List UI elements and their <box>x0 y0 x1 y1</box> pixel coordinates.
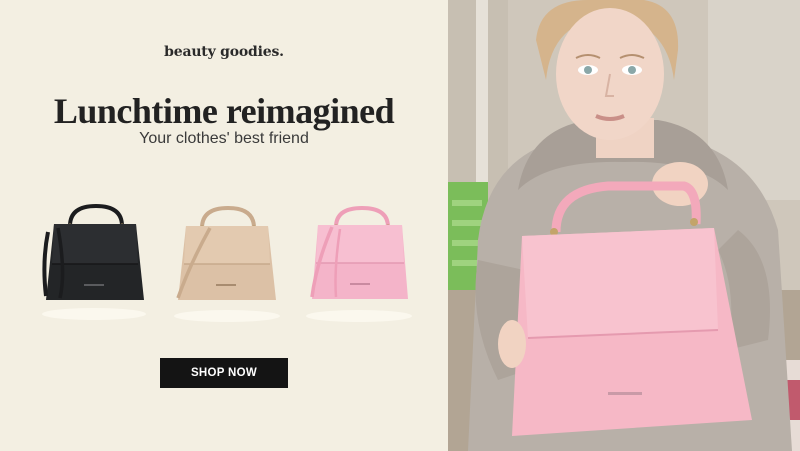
product-beige-handbag[interactable] <box>170 204 282 308</box>
lifestyle-photo <box>448 0 800 451</box>
product-black-handbag[interactable] <box>38 202 150 306</box>
product-shadow <box>42 308 146 320</box>
product-shadow <box>174 310 280 322</box>
brand-logo: beauty goodies. <box>164 44 284 60</box>
promo-panel: beauty goodies. Lunchtime reimagined You… <box>0 0 448 451</box>
subheadline: Your clothes' best friend <box>139 130 309 147</box>
product-shadow <box>306 310 412 322</box>
product-pink-handbag[interactable] <box>302 205 414 305</box>
headline: Lunchtime reimagined <box>53 91 395 131</box>
shop-now-button[interactable]: SHOP NOW <box>160 358 288 388</box>
